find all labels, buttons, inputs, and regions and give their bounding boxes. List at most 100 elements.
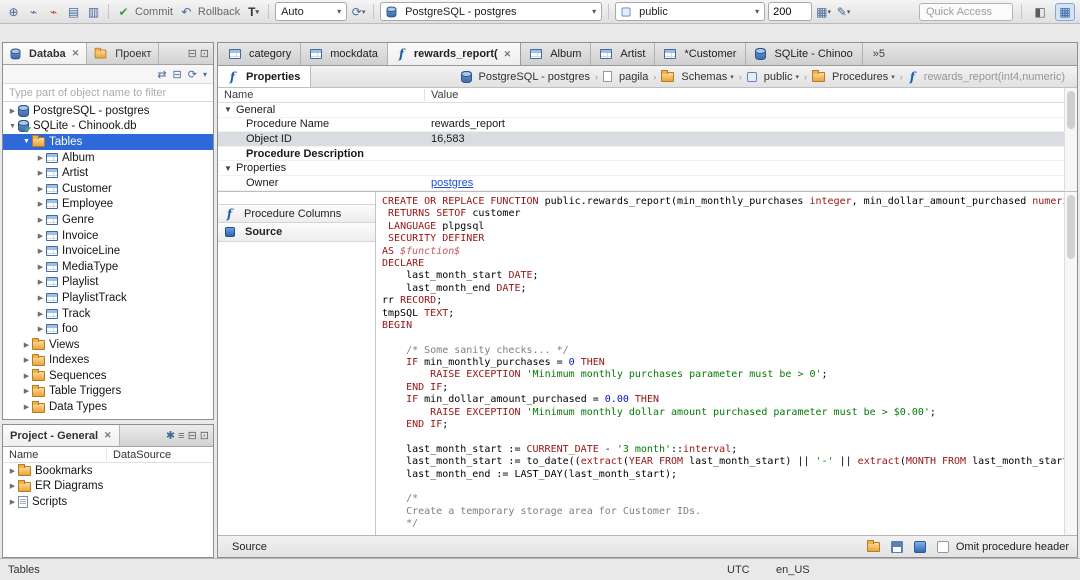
new-sql-editor-icon[interactable]: ▤ — [65, 3, 82, 21]
section-source[interactable]: Source — [218, 223, 375, 242]
perspective-other-icon[interactable]: ◧ — [1030, 3, 1050, 21]
tree-item[interactable]: ▶ Genre — [3, 212, 213, 228]
maximize-icon[interactable]: ⊡ — [200, 47, 209, 60]
commit-button[interactable]: Commit — [135, 6, 173, 18]
property-row[interactable]: Owner postgres — [218, 176, 1077, 191]
list-view-icon[interactable]: ≡ — [178, 430, 184, 442]
commit-icon[interactable]: ✔ — [115, 3, 132, 21]
code-scrollbar[interactable] — [1064, 192, 1077, 535]
expand-arrow-icon[interactable]: ▶ — [35, 169, 46, 177]
tree-item[interactable]: ▶ Invoice — [3, 228, 213, 244]
invalidate-connection-icon[interactable]: ⌁ — [45, 3, 62, 21]
expand-arrow-icon[interactable]: ▶ — [21, 372, 32, 380]
expand-arrow-icon[interactable]: ▶ — [35, 325, 46, 333]
tree-item[interactable]: ▼ Tables — [3, 134, 213, 150]
breadcrumb-item[interactable]: PostgreSQL - postgres — [459, 70, 592, 84]
property-row[interactable]: ▼ Properties — [218, 161, 1077, 176]
editor-tab-category[interactable]: category — [220, 43, 302, 65]
object-filter-input[interactable] — [3, 84, 213, 102]
collapse-arrow-icon[interactable]: ▼ — [21, 138, 32, 145]
close-icon[interactable]: ✕ — [504, 49, 512, 60]
tab-database-navigator[interactable]: Databa ✕ — [3, 43, 88, 64]
grid-column-value[interactable]: Value — [425, 89, 458, 101]
link-with-editor-icon[interactable]: ⇄ — [157, 68, 166, 81]
minimize-icon[interactable]: ⊟ — [188, 429, 197, 442]
editor-tab-mockdata[interactable]: mockdata — [301, 43, 388, 65]
tree-item[interactable]: ▶ Artist — [3, 165, 213, 181]
quick-access-box[interactable]: Quick Access — [919, 2, 1013, 21]
commit-mode-combo[interactable]: Auto ▾ — [275, 2, 348, 21]
breadcrumb-item[interactable]: pagila — [601, 70, 650, 84]
tree-item[interactable]: ▶ Playlist — [3, 275, 213, 291]
editor-tab-sqlitechinoo[interactable]: SQLite - Chinoo — [746, 43, 863, 65]
expand-arrow-icon[interactable]: ▶ — [35, 232, 46, 240]
property-row[interactable]: Object ID 16,583 — [218, 132, 1077, 147]
expand-arrow-icon[interactable]: ▶ — [35, 200, 46, 208]
tree-item[interactable]: ▶ Data Types — [3, 399, 213, 415]
tree-item[interactable]: ▶ Indexes — [3, 353, 213, 369]
expand-arrow-icon[interactable]: ▶ — [35, 247, 46, 255]
refresh-navigator-icon[interactable]: ⟳ — [188, 68, 197, 81]
tree-item[interactable]: ▼ SQLite - Chinook.db — [3, 119, 213, 136]
omit-procedure-header-checkbox[interactable] — [936, 540, 949, 553]
expand-arrow-icon[interactable]: ▶ — [7, 498, 18, 506]
close-icon[interactable]: ✕ — [72, 48, 80, 59]
expand-arrow-icon[interactable]: ▶ — [7, 467, 18, 475]
minimize-icon[interactable]: ⊟ — [188, 47, 197, 60]
collapse-arrow-icon[interactable]: ▼ — [7, 123, 18, 130]
expand-arrow-icon[interactable]: ▶ — [35, 216, 46, 224]
expand-arrow-icon[interactable]: ▶ — [21, 403, 32, 411]
show-in-panel-icon[interactable] — [913, 540, 926, 553]
collapse-triangle-icon[interactable]: ▼ — [224, 164, 236, 173]
gear-icon[interactable]: ✱ — [166, 429, 175, 442]
tree-item[interactable]: ▶ PostgreSQL - postgres — [3, 103, 213, 119]
tree-item[interactable]: ▶ Customer — [3, 181, 213, 197]
tree-item[interactable]: ▶ PlaylistTrack — [3, 290, 213, 306]
expand-arrow-icon[interactable]: ▶ — [21, 341, 32, 349]
expand-arrow-icon[interactable]: ▶ — [35, 263, 46, 271]
breadcrumb-item[interactable]: Procedures ▾ — [810, 70, 897, 84]
property-row[interactable]: Procedure Description — [218, 147, 1077, 162]
save-icon[interactable] — [890, 540, 903, 553]
grid-scrollbar[interactable] — [1064, 88, 1077, 191]
transaction-mode-icon[interactable]: T ▾ — [245, 3, 262, 21]
tab-project-general[interactable]: Project - General ✕ — [3, 425, 120, 446]
property-row[interactable]: Procedure Name rewards_report — [218, 118, 1077, 133]
breadcrumb-item[interactable]: f rewards_report(int4,numeric) — [906, 69, 1067, 85]
tree-item[interactable]: ▶ Views — [3, 337, 213, 353]
expand-arrow-icon[interactable]: ▶ — [35, 294, 46, 302]
expand-arrow-icon[interactable]: ▶ — [35, 185, 46, 193]
tab-properties[interactable]: f Properties — [218, 66, 312, 87]
tab-overflow-indicator[interactable]: »5 — [863, 43, 895, 65]
editor-tab-customer[interactable]: *Customer — [655, 43, 747, 65]
column-header-datasource[interactable]: DataSource — [107, 449, 171, 461]
tree-item[interactable]: ▶ Employee — [3, 197, 213, 213]
perspective-dbeaver-icon[interactable]: ▦ — [1055, 2, 1075, 21]
expand-arrow-icon[interactable]: ▶ — [35, 154, 46, 162]
scrollbar-thumb[interactable] — [1067, 195, 1075, 259]
open-folder-icon[interactable] — [866, 540, 880, 552]
edit-tools-icon[interactable]: ✎ ▾ — [835, 3, 852, 21]
grid-column-name[interactable]: Name — [218, 89, 425, 101]
refresh-icon[interactable]: ⟳ ▾ — [350, 3, 367, 21]
property-value-text[interactable]: postgres — [431, 177, 473, 189]
column-header-name[interactable]: Name — [3, 448, 107, 461]
collapse-triangle-icon[interactable]: ▼ — [224, 105, 236, 114]
editor-tab-rewardsreport[interactable]: f rewards_report(✕ — [387, 43, 522, 65]
expand-arrow-icon[interactable]: ▶ — [7, 482, 18, 490]
tab-projects[interactable]: Проект — [87, 43, 160, 64]
new-connection-icon[interactable]: ⊕ — [5, 3, 22, 21]
connect-icon[interactable]: ⌁ — [25, 3, 42, 21]
collapse-all-icon[interactable]: ⊟ — [173, 68, 182, 81]
tree-item[interactable]: ▶ Track — [3, 306, 213, 322]
tree-item[interactable]: ▶ Table Triggers — [3, 384, 213, 400]
fetch-size-input[interactable] — [768, 2, 813, 21]
editor-tab-artist[interactable]: Artist — [591, 43, 656, 65]
project-item[interactable]: ▶ Scripts — [3, 494, 213, 510]
expand-arrow-icon[interactable]: ▶ — [21, 387, 32, 395]
editor-tab-album[interactable]: Album — [521, 43, 592, 65]
omit-procedure-header-label[interactable]: Omit procedure header — [956, 541, 1069, 553]
source-tab-label[interactable]: Source — [232, 541, 267, 553]
property-row[interactable]: ▼ General — [218, 103, 1077, 118]
active-schema-combo[interactable]: public ▾ — [615, 2, 766, 21]
